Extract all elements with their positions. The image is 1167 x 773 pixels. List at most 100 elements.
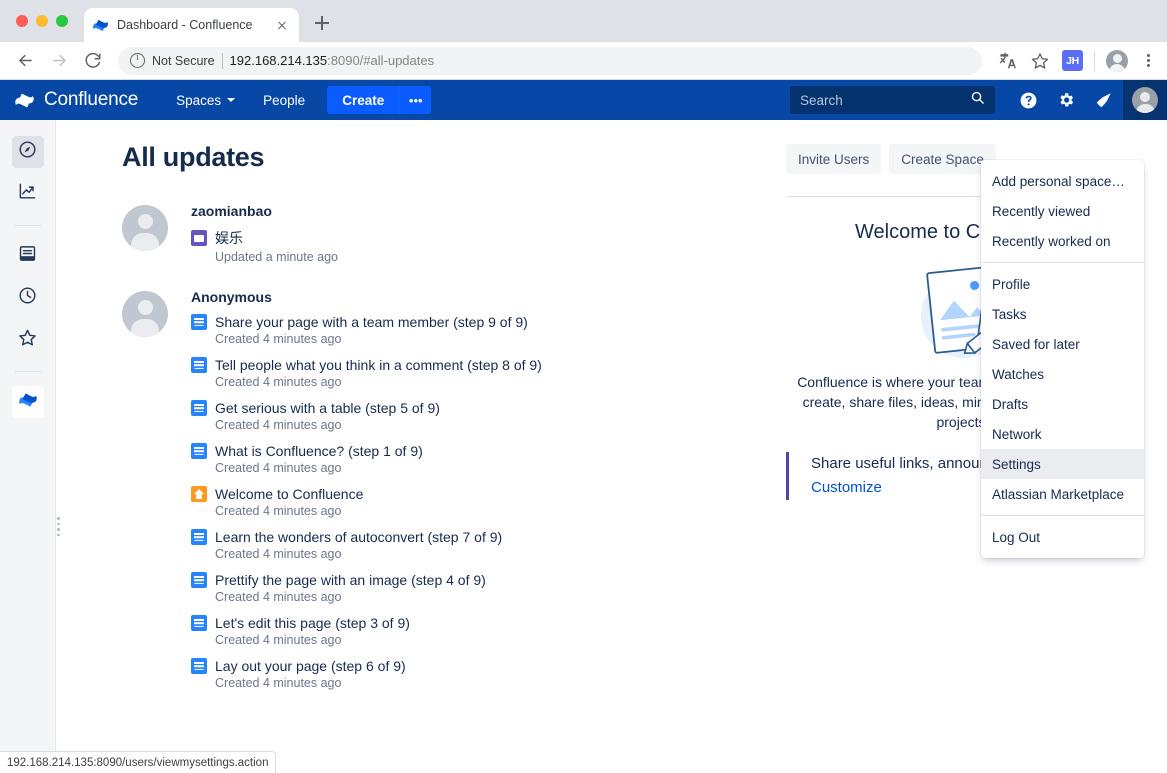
create-space-button[interactable]: Create Space <box>889 144 996 174</box>
nav-item-spaces[interactable]: Spaces <box>162 80 249 120</box>
star-outline-icon <box>18 328 37 352</box>
confluence-logo-icon <box>18 390 38 415</box>
menu-item-tasks[interactable]: Tasks <box>981 299 1144 329</box>
sidebar-item-feed[interactable] <box>12 240 44 272</box>
author-name: zaomianbao <box>191 203 272 219</box>
forward-arrow-icon[interactable] <box>44 46 74 76</box>
page-title: All updates <box>122 142 265 172</box>
page-icon <box>191 572 207 588</box>
toolbar-icons: JH <box>992 49 1157 72</box>
url-host: 192.168.214.135 <box>229 53 328 68</box>
minimize-window-button[interactable] <box>36 15 48 27</box>
confluence-header: Confluence Spaces People Create ••• Sear… <box>0 80 1167 120</box>
menu-item-log-out[interactable]: Log Out <box>981 522 1144 552</box>
menu-item-network[interactable]: Network <box>981 419 1144 449</box>
entry-title[interactable]: Welcome to Confluence <box>215 486 363 502</box>
confluence-logo[interactable]: Confluence <box>14 89 138 111</box>
notifications-icon[interactable] <box>1085 80 1123 120</box>
update-group: zaomianbao 娱乐 Updated a minute ago <box>122 203 776 275</box>
sidebar-item-confluence-app[interactable] <box>11 386 44 418</box>
maximize-window-button[interactable] <box>56 15 68 27</box>
sidebar-divider <box>14 225 41 226</box>
search-placeholder: Search <box>800 92 843 108</box>
list-item: Prettify the page with an image (step 4 … <box>191 572 776 604</box>
menu-item-profile[interactable]: Profile <box>981 269 1144 299</box>
compass-icon <box>18 140 37 164</box>
entry-meta: Created 4 minutes ago <box>215 375 342 389</box>
user-avatar-button[interactable] <box>1123 80 1167 120</box>
sidebar-item-discover[interactable] <box>11 136 44 168</box>
star-icon[interactable] <box>1029 50 1051 72</box>
invite-users-button[interactable]: Invite Users <box>786 144 882 174</box>
divider <box>221 52 223 69</box>
menu-item-recently-viewed[interactable]: Recently viewed <box>981 196 1144 226</box>
entry-title[interactable]: Let's edit this page (step 3 of 9) <box>215 615 410 631</box>
extension-badge[interactable]: JH <box>1062 50 1083 71</box>
menu-item-watches[interactable]: Watches <box>981 359 1144 389</box>
list-item: 娱乐 Updated a minute ago <box>191 228 776 264</box>
sidebar-item-analytics[interactable] <box>12 178 44 210</box>
avatar <box>1132 87 1158 113</box>
page-icon <box>191 615 207 631</box>
settings-gear-icon[interactable] <box>1047 80 1085 120</box>
reload-icon[interactable] <box>78 46 108 76</box>
divider <box>1094 50 1095 71</box>
avatar <box>122 291 168 337</box>
inbox-icon <box>18 244 37 268</box>
sidebar-item-starred[interactable] <box>12 324 44 356</box>
entry-title[interactable]: Tell people what you think in a comment … <box>215 357 542 373</box>
nav-item-label: People <box>263 92 306 108</box>
back-arrow-icon[interactable] <box>10 46 40 76</box>
entry-title[interactable]: What is Confluence? (step 1 of 9) <box>215 443 423 459</box>
chart-trend-icon <box>18 182 37 206</box>
create-more-button[interactable]: ••• <box>399 86 432 114</box>
entry-title[interactable]: Get serious with a table (step 5 of 9) <box>215 400 440 416</box>
entry-title[interactable]: Learn the wonders of autoconvert (step 7… <box>215 529 502 545</box>
update-group: Anonymous Share your page with a team me… <box>122 289 776 701</box>
entry-title[interactable]: Share your page with a team member (step… <box>215 314 528 330</box>
entry-meta: Created 4 minutes ago <box>215 418 342 432</box>
address-bar[interactable]: Not Secure 192.168.214.135:8090/#all-upd… <box>118 46 982 75</box>
page-icon <box>191 529 207 545</box>
menu-item-recently-worked-on[interactable]: Recently worked on <box>981 226 1144 256</box>
sidebar-item-recent[interactable] <box>12 282 44 314</box>
create-button[interactable]: Create <box>327 86 400 114</box>
security-status-label: Not Secure <box>152 53 215 68</box>
page-icon <box>191 443 207 459</box>
avatar <box>122 205 168 251</box>
menu-separator <box>981 262 1144 263</box>
profile-avatar-icon[interactable] <box>1106 49 1128 72</box>
menu-item-settings[interactable]: Settings <box>981 449 1144 479</box>
browser-tab[interactable]: Dashboard - Confluence <box>84 8 299 42</box>
list-item: Get serious with a table (step 5 of 9) C… <box>191 400 776 432</box>
list-item: Share your page with a team member (step… <box>191 314 776 346</box>
entry-meta: Created 4 minutes ago <box>215 676 342 690</box>
browser-window: Dashboard - Confluence Not Secure <box>0 0 1167 773</box>
entry-title[interactable]: Prettify the page with an image (step 4 … <box>215 572 486 588</box>
entry-title[interactable]: 娱乐 <box>215 228 243 248</box>
search-icon <box>970 90 985 110</box>
app-sidebar: » <box>0 120 56 773</box>
search-input[interactable]: Search <box>790 86 995 114</box>
list-item: Welcome to Confluence Created 4 minutes … <box>191 486 776 518</box>
new-tab-button[interactable] <box>311 12 333 34</box>
menu-item-add-personal-space[interactable]: Add personal space… <box>981 166 1144 196</box>
menu-item-saved-for-later[interactable]: Saved for later <box>981 329 1144 359</box>
menu-item-atlassian-marketplace[interactable]: Atlassian Marketplace <box>981 479 1144 509</box>
user-dropdown-menu: Add personal space… Recently viewed Rece… <box>981 160 1144 558</box>
kebab-menu-icon[interactable] <box>1139 52 1157 70</box>
entry-meta: Created 4 minutes ago <box>215 633 342 647</box>
confluence-app: Confluence Spaces People Create ••• Sear… <box>0 80 1167 773</box>
close-window-button[interactable] <box>16 15 28 27</box>
confluence-nav: Spaces People Create ••• <box>162 80 432 120</box>
entry-title[interactable]: Lay out your page (step 6 of 9) <box>215 658 406 674</box>
menu-item-drafts[interactable]: Drafts <box>981 389 1144 419</box>
list-item: Lay out your page (step 6 of 9) Created … <box>191 658 776 690</box>
help-icon[interactable] <box>1009 80 1047 120</box>
translate-icon[interactable] <box>996 50 1018 72</box>
close-tab-icon[interactable] <box>273 16 291 34</box>
nav-item-people[interactable]: People <box>249 80 319 120</box>
tab-title: Dashboard - Confluence <box>117 18 253 32</box>
window-controls <box>16 15 68 27</box>
site-info-icon[interactable] <box>130 52 145 68</box>
